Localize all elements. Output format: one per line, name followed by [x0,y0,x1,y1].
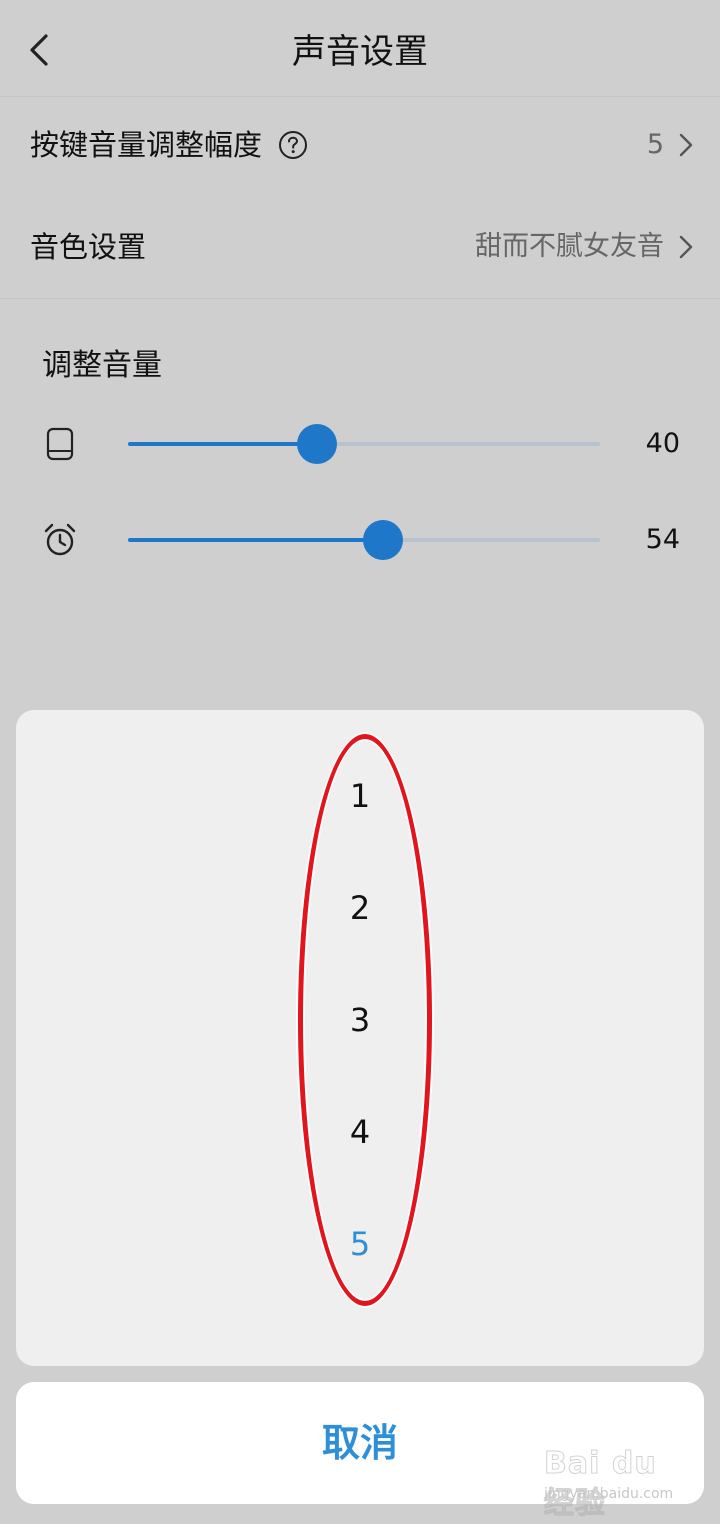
picker-option-1[interactable]: 1 [16,766,704,826]
alarm-volume-row: 54 [0,510,720,570]
screen: 声音设置 按键音量调整幅度 5 音色设置 甜而不腻女友音 调整音量 40 54 … [0,0,720,1524]
watermark-logo: Bai du 经验 jingyan.baidu.com [534,1444,684,1522]
chevron-right-icon [679,235,693,259]
alarm-volume-fill [128,538,383,542]
question-circle-icon[interactable] [278,130,308,160]
alarm-volume-value: 54 [645,524,680,555]
key-volume-step-row[interactable]: 按键音量调整幅度 5 [0,96,720,196]
key-volume-step-value: 5 [646,129,664,160]
media-volume-value: 40 [645,428,680,459]
chevron-right-icon [679,133,693,157]
media-volume-fill [128,442,317,446]
picker-option-4[interactable]: 4 [16,1102,704,1162]
watermark-site: jingyan.baidu.com [544,1486,674,1502]
alarm-clock-icon [44,523,76,556]
header: 声音设置 [0,0,720,97]
picker-option-3[interactable]: 3 [16,990,704,1050]
alarm-volume-thumb[interactable] [362,520,403,560]
picker-option-5[interactable]: 5 [16,1214,704,1274]
media-volume-slider[interactable] [128,424,600,464]
timbre-label: 音色设置 [30,230,147,264]
media-volume-thumb[interactable] [296,424,337,464]
timbre-value: 甜而不腻女友音 [475,231,664,262]
page-title: 声音设置 [292,32,428,72]
picker-option-2[interactable]: 2 [16,878,704,938]
key-volume-step-label: 按键音量调整幅度 [30,128,263,162]
key-volume-step-label-group: 按键音量调整幅度 [30,124,308,166]
timbre-row[interactable]: 音色设置 甜而不腻女友音 [0,198,720,299]
tablet-icon [46,427,74,461]
step-picker-sheet: 1 2 3 4 5 [16,710,704,1366]
alarm-volume-slider[interactable] [128,520,600,560]
media-volume-row: 40 [0,414,720,474]
volume-section-title: 调整音量 [42,348,162,383]
